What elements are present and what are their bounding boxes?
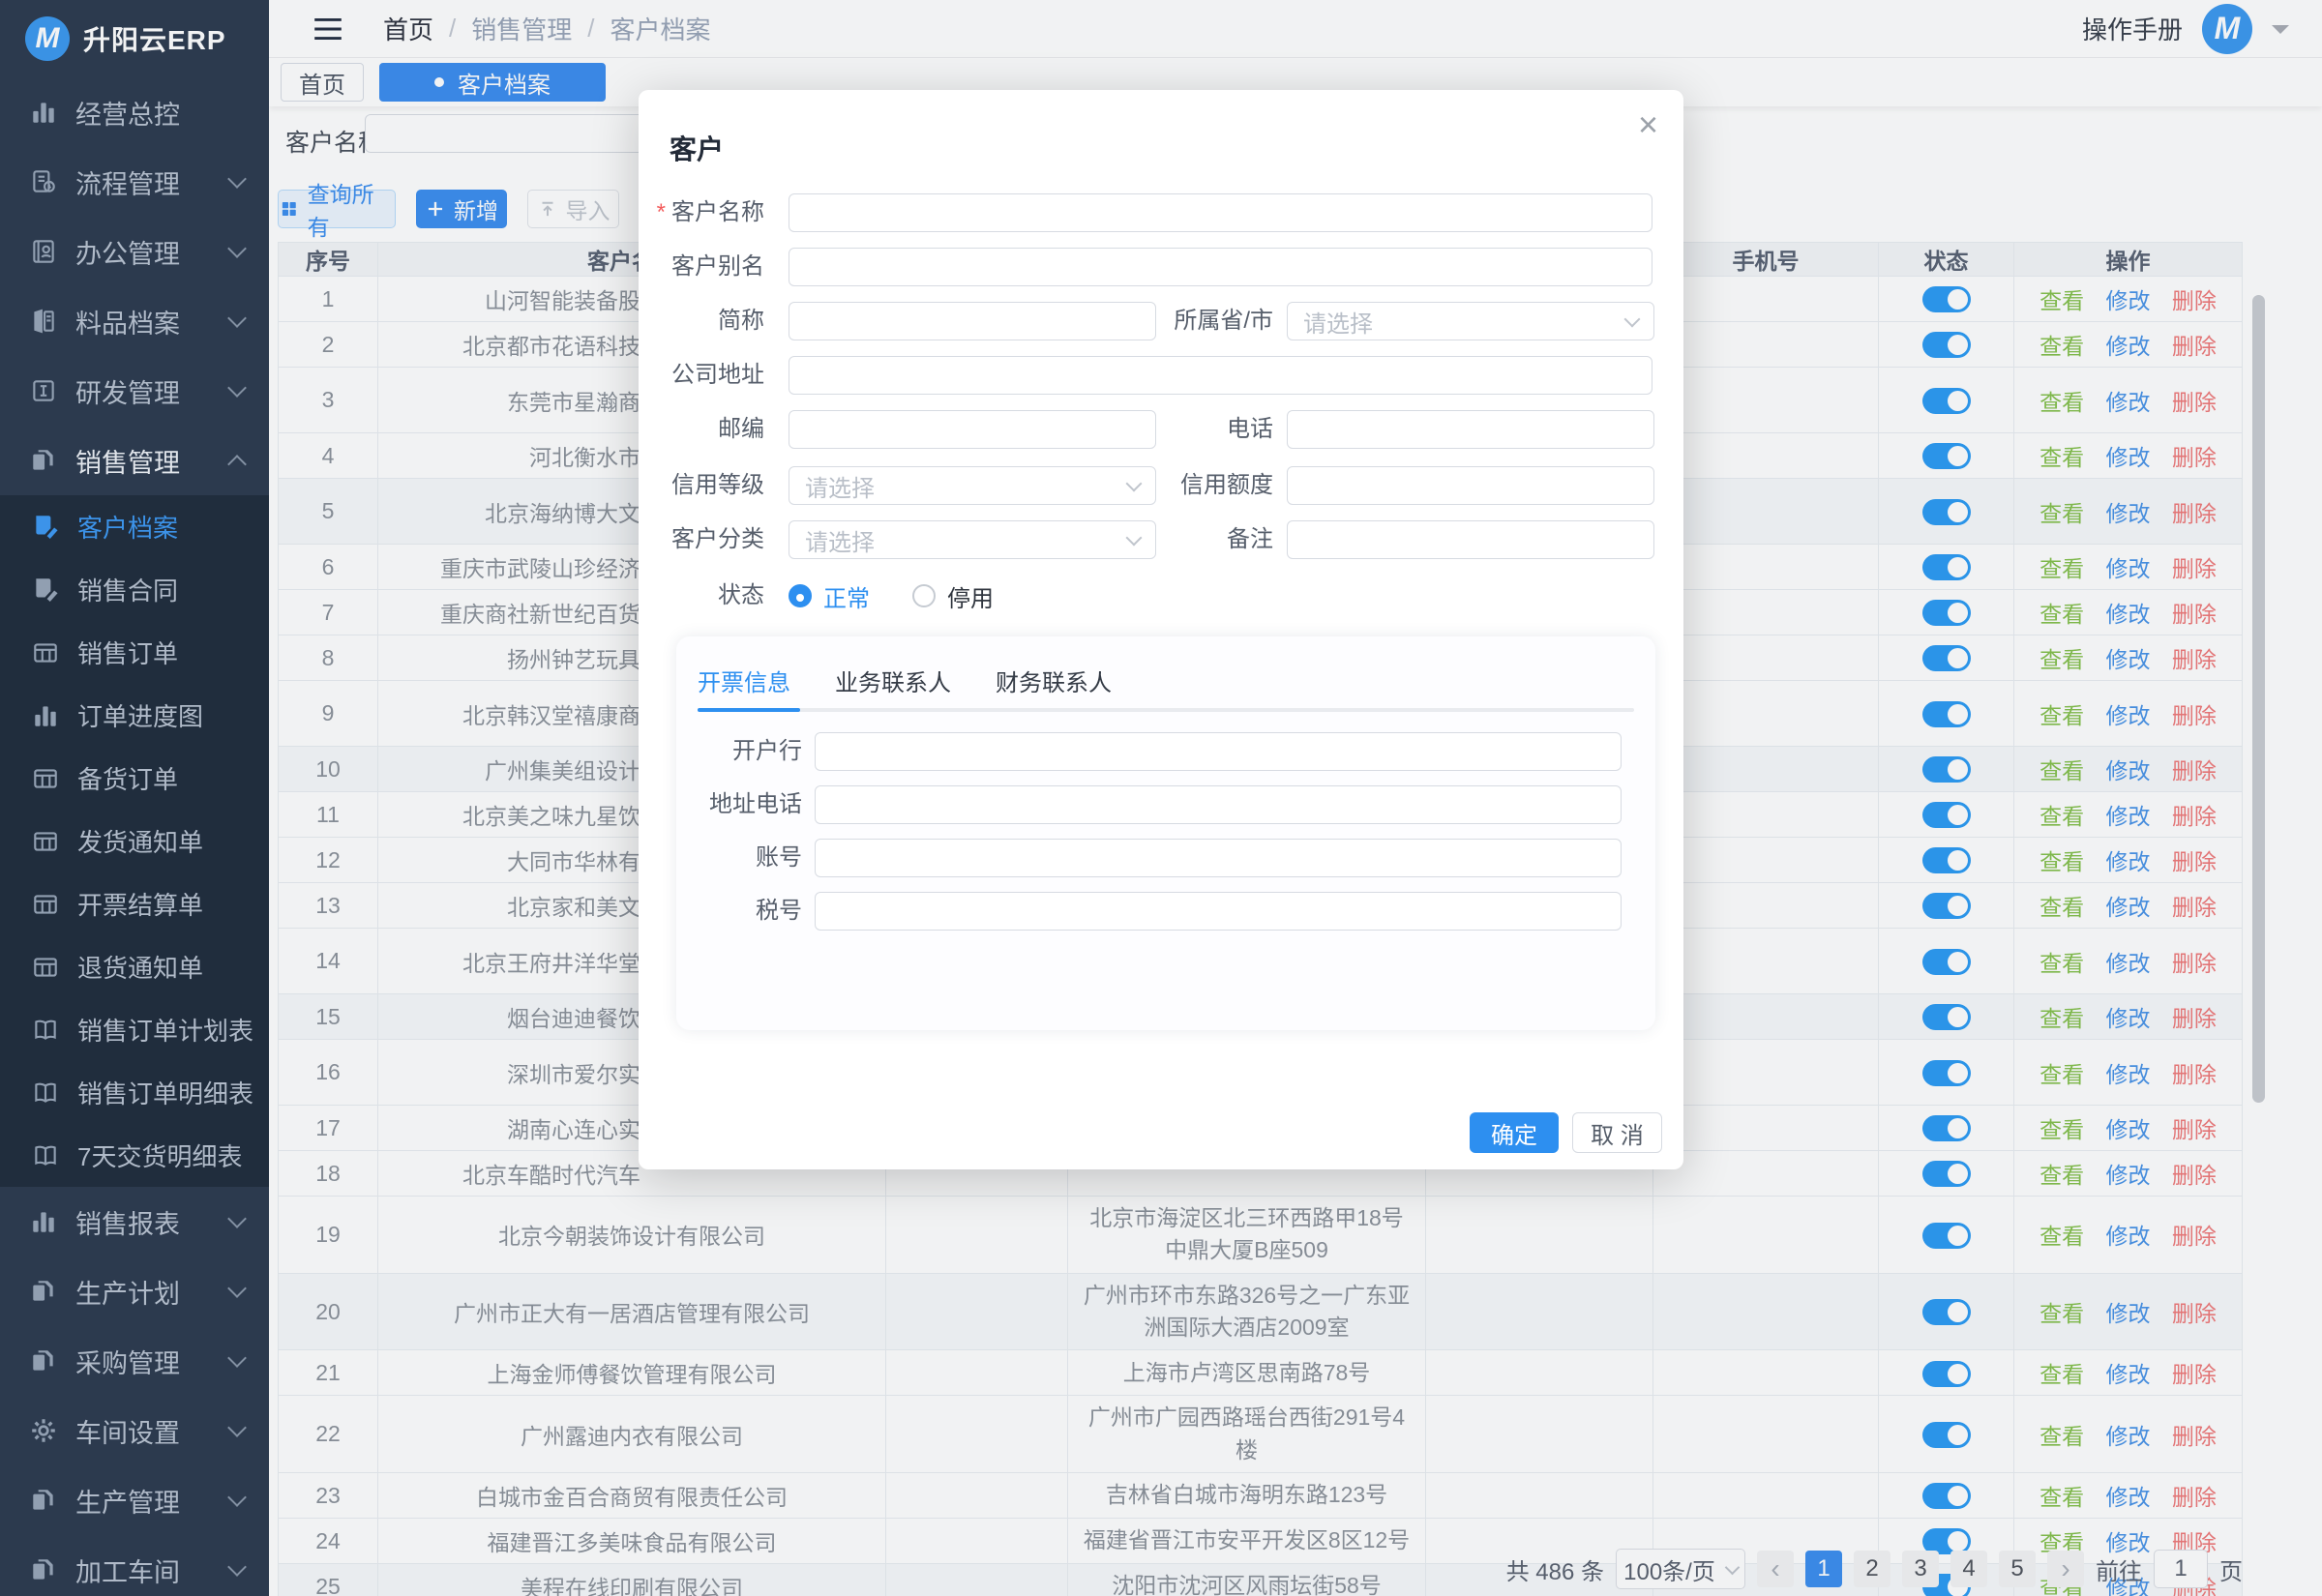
tab-underline-active [698,708,800,712]
account-input[interactable] [815,839,1622,877]
dialog-title: 客户 [670,129,724,167]
credit-limit-label: 信用额度 [1149,466,1273,505]
invoice-row-account: 账号 [676,839,1655,877]
contacts-card: 开票信息 业务联系人 财务联系人 开户行 地址电话 账号 [676,636,1655,1030]
cancel-button[interactable]: 取 消 [1572,1112,1662,1153]
chevron-down-icon [1126,475,1143,491]
dialog-tab[interactable]: 开票信息 [698,664,790,697]
form-row-credit: 信用等级 请选择 信用额度 [639,466,1683,505]
bank-input[interactable] [815,732,1622,771]
customer-alias-label: 客户别名 [639,248,764,286]
app-root: M 升阳云ERP 经营总控 流程管理 办公管理 [0,0,2322,1596]
customer-alias-input[interactable] [789,248,1652,286]
tax-no-input[interactable] [815,892,1622,931]
dialog-tab[interactable]: 财务联系人 [996,664,1112,697]
company-address-input[interactable] [789,356,1652,395]
tax-no-label: 税号 [676,892,802,931]
invoice-row-addr-tel: 地址电话 [676,785,1655,824]
form-row-zip-phone: 邮编 电话 [639,410,1683,449]
remark-label: 备注 [1149,520,1273,559]
form-row-name: *客户名称 [639,193,1683,232]
status-label: 状态 [639,576,764,615]
credit-limit-input[interactable] [1287,466,1654,505]
invoice-row-tax: 税号 [676,892,1655,931]
confirm-button[interactable]: 确定 [1470,1112,1559,1153]
form-row-status: 状态 正常 停用 [639,576,1683,615]
zip-label: 邮编 [639,410,764,449]
form-row-short-province: 简称 所属省/市 请选择 [639,302,1683,340]
category-select[interactable]: 请选择 [789,520,1156,559]
tab-underline-track [698,708,1634,712]
zip-input[interactable] [789,410,1156,449]
dialog-tab[interactable]: 业务联系人 [835,664,951,697]
status-radio-group: 正常 停用 [789,576,994,615]
addr-tel-input[interactable] [815,785,1622,824]
form-row-alias: 客户别名 [639,248,1683,286]
form-row-address: 公司地址 [639,356,1683,395]
account-label: 账号 [676,839,802,877]
dialog-tabs: 开票信息 业务联系人 财务联系人 [698,664,1112,697]
customer-dialog: × 客户 *客户名称 客户别名 简称 所属省/市 请选择 公司地址 邮编 电话 [639,90,1683,1169]
dialog-customer-name-input[interactable] [789,193,1652,232]
addr-tel-label: 地址电话 [676,785,802,824]
invoice-row-bank: 开户行 [676,732,1655,771]
category-label: 客户分类 [639,520,764,559]
close-icon[interactable]: × [1638,107,1658,142]
required-star: * [657,199,666,225]
short-name-label: 简称 [639,302,764,340]
province-label: 所属省/市 [1149,302,1273,340]
company-address-label: 公司地址 [639,356,764,395]
remark-input[interactable] [1287,520,1654,559]
credit-level-select[interactable]: 请选择 [789,466,1156,505]
phone-input[interactable] [1287,410,1654,449]
status-radio[interactable]: 正常 [789,579,870,613]
chevron-down-icon [1624,310,1641,327]
chevron-down-icon [1126,529,1143,546]
province-select[interactable]: 请选择 [1287,302,1654,340]
credit-level-label: 信用等级 [639,466,764,505]
radio-dot-icon [912,584,936,607]
radio-dot-icon [789,584,812,607]
form-row-category: 客户分类 请选择 备注 [639,520,1683,559]
phone-label: 电话 [1149,410,1273,449]
status-radio[interactable]: 停用 [912,579,994,613]
customer-name-label: *客户名称 [639,193,764,232]
bank-label: 开户行 [676,732,802,771]
short-name-input[interactable] [789,302,1156,340]
